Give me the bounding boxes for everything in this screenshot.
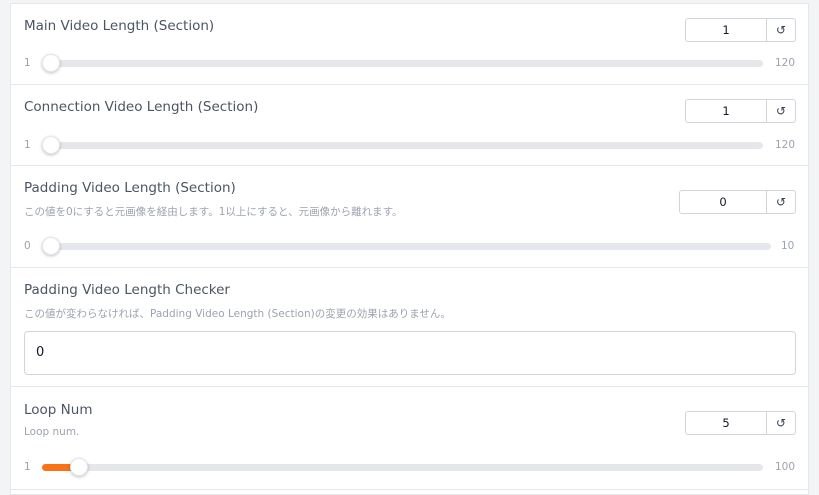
slider-max-label: 120 [775, 57, 796, 69]
setting-label: Padding Video Length (Section) [24, 180, 236, 196]
reset-icon[interactable]: ↺ [767, 412, 795, 434]
setting-padding-video-length: Padding Video Length (Section) この値を0にすると… [10, 165, 809, 268]
number-value[interactable]: 1 [686, 100, 767, 122]
reset-icon[interactable]: ↺ [767, 100, 795, 122]
number-value[interactable]: 5 [686, 412, 767, 434]
setting-padding-video-length-checker: Padding Video Length Checker この値が変わらなければ… [10, 267, 809, 387]
checker-value-field[interactable]: 0 [24, 331, 796, 375]
slider-thumb[interactable] [42, 54, 60, 72]
reset-icon[interactable]: ↺ [767, 19, 795, 41]
setting-loop-num: Loop Num Loop num. 5 ↺ 1 100 [10, 386, 809, 490]
number-input[interactable]: 1 ↺ [685, 99, 796, 123]
slider-track[interactable] [42, 136, 763, 154]
setting-info: この値が変わらなければ、Padding Video Length (Sectio… [24, 308, 451, 320]
setting-label: Loop Num [24, 402, 93, 418]
number-value[interactable]: 1 [686, 19, 767, 41]
slider-track[interactable] [42, 54, 763, 72]
setting-info: Loop num. [24, 426, 80, 438]
setting-connection-video-length: Connection Video Length (Section) 1 ↺ 1 … [10, 84, 809, 166]
next-setting-panel-edge [10, 489, 809, 495]
slider-min-label: 0 [24, 240, 31, 252]
slider-max-label: 10 [781, 240, 795, 252]
reset-icon[interactable]: ↺ [767, 191, 795, 213]
number-input[interactable]: 0 ↺ [679, 190, 796, 214]
slider-thumb[interactable] [42, 237, 60, 255]
slider-min-label: 1 [24, 461, 31, 473]
slider-thumb[interactable] [70, 458, 89, 476]
slider-max-label: 100 [775, 461, 796, 473]
number-value[interactable]: 0 [680, 191, 767, 213]
setting-info: この値を0にすると元画像を経由します。1以上にすると、元画像から離れます。 [24, 206, 403, 218]
slider-max-label: 120 [775, 139, 796, 151]
slider-track[interactable] [42, 458, 763, 476]
slider-min-label: 1 [24, 139, 31, 151]
slider-track[interactable] [42, 237, 771, 255]
setting-label: Main Video Length (Section) [24, 18, 215, 34]
setting-main-video-length: Main Video Length (Section) 1 ↺ 1 120 [10, 3, 809, 85]
number-input[interactable]: 1 ↺ [685, 18, 796, 42]
slider-min-label: 1 [24, 57, 31, 69]
setting-label: Connection Video Length (Section) [24, 99, 259, 115]
slider-thumb[interactable] [42, 136, 60, 154]
setting-label: Padding Video Length Checker [24, 282, 230, 298]
number-input[interactable]: 5 ↺ [685, 411, 796, 435]
